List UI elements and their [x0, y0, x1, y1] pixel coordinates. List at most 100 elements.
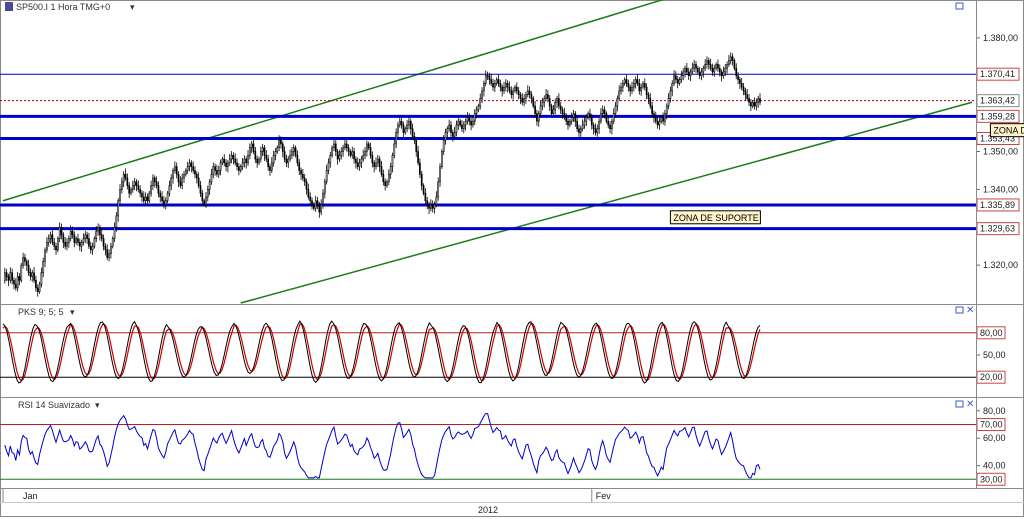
candle-body — [587, 113, 589, 118]
candle-body — [616, 98, 619, 107]
candle-body — [157, 185, 160, 194]
candle-body — [342, 147, 344, 152]
candle-body — [327, 162, 330, 171]
candle-body — [702, 67, 705, 73]
candle-body — [205, 196, 207, 205]
candle-body — [627, 83, 630, 88]
candle-body — [117, 200, 120, 217]
candle-body — [559, 105, 562, 111]
candle-body — [757, 98, 760, 103]
candle-body — [325, 170, 328, 183]
candle-body — [519, 94, 522, 99]
candle-body — [130, 189, 132, 194]
candle-body — [312, 204, 315, 209]
candle-body — [122, 173, 125, 183]
candle-body — [375, 162, 377, 167]
candle-body — [188, 162, 191, 167]
candle-body — [223, 158, 226, 164]
candle-body — [642, 83, 644, 88]
candle-body — [175, 166, 178, 175]
level-price-label: 1.370,41 — [980, 69, 1015, 79]
chevron-down-icon[interactable]: ▾ — [130, 2, 135, 12]
candle-body — [475, 109, 478, 114]
candle-body — [3, 272, 6, 281]
candle-body — [433, 204, 436, 209]
candle-body — [42, 261, 45, 273]
close-icon[interactable]: ✕ — [966, 305, 974, 316]
candle-body — [395, 132, 397, 145]
candle-body — [391, 154, 394, 167]
candle-body — [468, 117, 471, 122]
candle-body — [622, 83, 624, 88]
candle-body — [678, 79, 681, 84]
candle-body — [492, 83, 494, 88]
candle-body — [283, 151, 286, 160]
close-icon[interactable]: ✕ — [966, 399, 974, 410]
candle-body — [572, 113, 575, 118]
candle-body — [746, 94, 749, 99]
candle-body — [320, 204, 323, 213]
candle-body — [69, 230, 72, 239]
symbol-title[interactable]: SP500.I 1 Hora TMG+0 — [16, 2, 110, 12]
chevron-down-icon[interactable]: ▾ — [70, 307, 75, 317]
time-tick-label: Fev — [596, 491, 612, 501]
candle-body — [409, 120, 412, 130]
candle-body — [430, 204, 432, 209]
candle-body — [16, 276, 19, 289]
candle-body — [195, 173, 198, 179]
candle-body — [256, 158, 259, 164]
candle-body — [753, 101, 756, 107]
candle-body — [411, 128, 414, 137]
candle-body — [620, 86, 622, 92]
candle-body — [583, 120, 586, 126]
candle-body — [179, 181, 182, 186]
candle-body — [563, 113, 566, 118]
candle-body — [258, 158, 260, 164]
candle-body — [44, 249, 46, 262]
candle-body — [596, 128, 599, 133]
candle-body — [528, 90, 531, 95]
candle-body — [219, 162, 222, 171]
candle-body — [344, 143, 346, 149]
candle-body — [203, 200, 205, 205]
candle-body — [729, 56, 732, 61]
candle-body — [530, 94, 533, 99]
stoch-title[interactable]: PKS 9; 5; 5 — [18, 307, 64, 317]
candle-body — [33, 272, 35, 281]
last-price-label: 1.363,42 — [980, 96, 1015, 106]
candle-body — [225, 162, 227, 167]
candle-body — [93, 238, 96, 247]
candle-body — [194, 170, 196, 175]
candle-body — [142, 196, 145, 202]
candle-body — [376, 158, 379, 164]
candle-body — [640, 86, 642, 92]
candle-body — [735, 67, 738, 77]
rsi-level-label: 70,00 — [980, 420, 1003, 430]
candle-body — [323, 181, 326, 194]
candle-body — [66, 242, 68, 247]
candle-body — [603, 109, 606, 114]
candle-body — [691, 67, 694, 73]
candle-body — [695, 64, 697, 69]
candle-body — [62, 234, 65, 243]
candle-body — [294, 147, 297, 156]
candle-body — [121, 181, 123, 190]
candle-body — [558, 98, 560, 107]
candle-body — [155, 181, 158, 186]
rsi-title[interactable]: RSI 14 Suavizado — [18, 400, 90, 410]
candle-body — [292, 147, 295, 152]
candle-body — [108, 253, 110, 258]
candle-body — [711, 67, 714, 73]
candle-body — [238, 166, 240, 171]
candle-body — [618, 90, 621, 99]
candle-body — [479, 98, 482, 107]
candle-body — [137, 185, 140, 190]
candle-body — [302, 173, 304, 179]
candle-body — [446, 128, 449, 133]
candle-body — [234, 158, 237, 164]
candle-body — [545, 94, 547, 99]
candle-body — [576, 120, 578, 130]
chevron-down-icon[interactable]: ▾ — [95, 400, 100, 410]
candle-body — [748, 98, 750, 103]
candle-body — [462, 124, 465, 130]
